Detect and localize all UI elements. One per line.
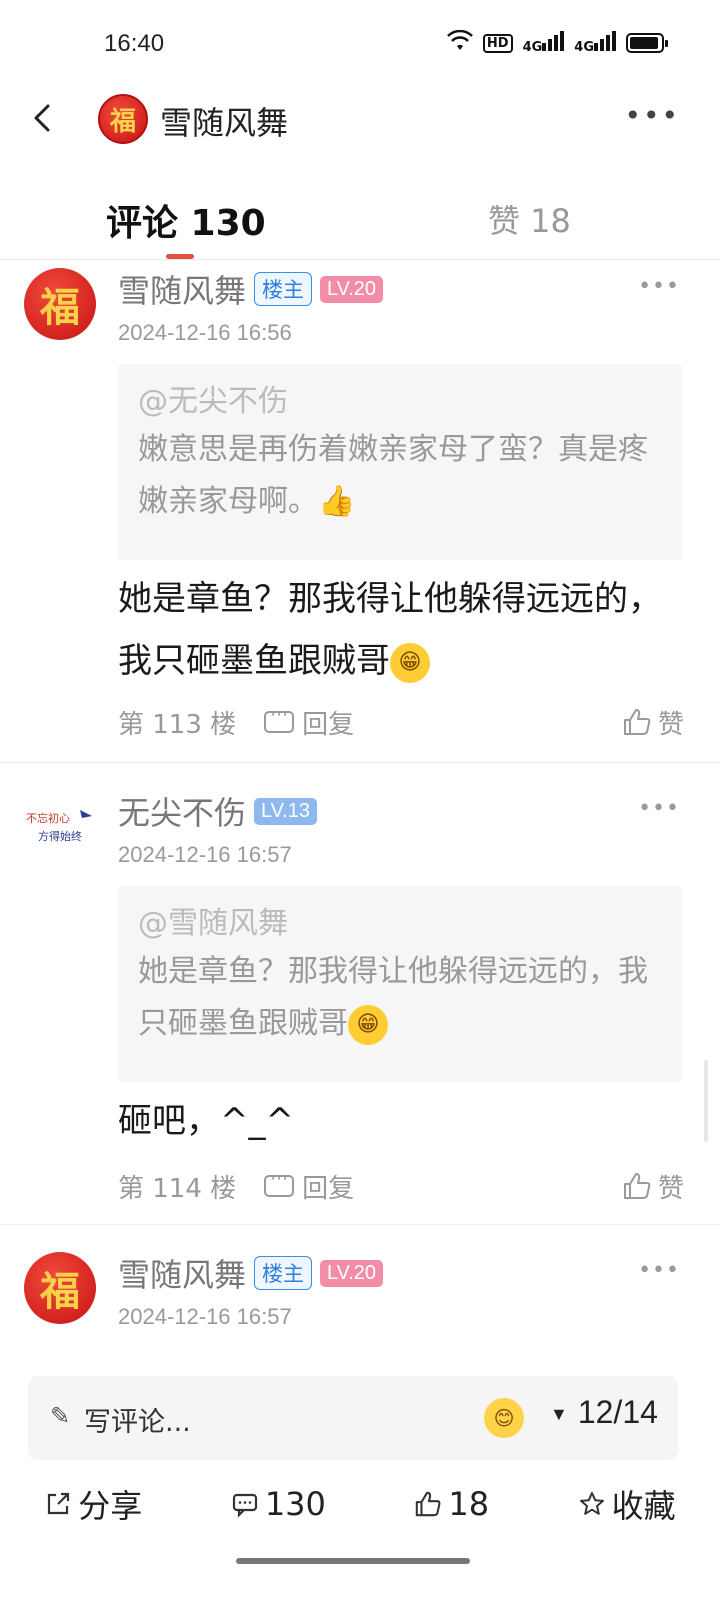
tab-comments[interactable]: 评论 130 <box>106 194 266 246</box>
emoji-picker-icon[interactable]: 😊 <box>484 1398 524 1438</box>
wifi-icon <box>447 29 473 56</box>
scrollbar[interactable] <box>704 1060 708 1142</box>
page-title: 雪随风舞 <box>160 104 289 142</box>
bottom-action-bar: 分享 130 18 收藏 <box>0 1476 720 1532</box>
floor-number: 第 114 楼 <box>118 1173 237 1204</box>
user-avatar[interactable]: 福 <box>24 1252 96 1324</box>
svg-text:方得始终: 方得始终 <box>38 829 82 843</box>
owner-badge: 楼主 <box>254 1256 313 1290</box>
favorite-button[interactable]: 收藏 <box>578 1481 676 1527</box>
quoted-comment[interactable]: @无尖不伤 嫩意思是再伤着嫩亲家母了蛮？真是疼嫩亲家母啊。👍 <box>118 364 682 560</box>
home-indicator[interactable] <box>236 1558 470 1564</box>
comment-item: 不忘初心方得始终 无尖不伤 LV.13 ••• 2024-12-16 16:57… <box>0 784 720 1224</box>
reply-button[interactable]: 回复 <box>264 1168 354 1205</box>
quoted-text: 嫩意思是再伤着嫩亲家母了蛮？真是疼嫩亲家母啊。👍 <box>138 432 648 519</box>
dropdown-triangle-icon: ▼ <box>550 1404 568 1425</box>
page-selector[interactable]: ▼ 12/14 <box>550 1394 658 1431</box>
star-icon <box>579 1492 604 1515</box>
thumbs-up-icon <box>416 1491 441 1517</box>
comment-more-icon[interactable]: ••• <box>638 274 680 299</box>
top-navigation: 福 雪随风舞 ••• <box>0 88 720 150</box>
name-row: 雪随风舞 楼主 LV.20 <box>118 266 383 312</box>
pencil-icon: ✎ <box>50 1402 71 1430</box>
signal-4g-icon: 4G <box>523 31 565 55</box>
comment-text: 砸吧，^_^ <box>118 1101 294 1141</box>
comment-more-icon[interactable]: ••• <box>638 1258 680 1283</box>
user-avatar[interactable]: 不忘初心方得始终 <box>24 790 96 862</box>
battery-icon <box>626 33 668 53</box>
comment-more-icon[interactable]: ••• <box>638 796 680 821</box>
quoted-user: @无尖不伤 <box>138 384 288 419</box>
floor-number: 第 113 楼 <box>118 709 237 740</box>
share-button[interactable]: 分享 <box>44 1481 142 1527</box>
comment-icon <box>232 1493 257 1518</box>
comment-item: 福 雪随风舞 楼主 LV.20 ••• 2024-12-16 16:56 @无尖… <box>0 262 720 762</box>
level-badge: LV.20 <box>320 1259 383 1287</box>
like-button[interactable]: 赞 <box>622 1168 684 1205</box>
comment-time: 2024-12-16 16:57 <box>118 1304 292 1329</box>
signal-4g-icon-2: 4G <box>574 31 616 55</box>
comment-item: 福 雪随风舞 楼主 LV.20 ••• 2024-12-16 16:57 <box>0 1246 720 1356</box>
like-count-button[interactable]: 18 <box>414 1485 489 1523</box>
quoted-text: 她是章鱼？那我得让他躲得远远的，我只砸墨鱼跟贼哥 😁 <box>138 946 662 1050</box>
level-badge: LV.13 <box>254 797 317 825</box>
quoted-user: @雪随风舞 <box>138 906 288 941</box>
quoted-comment[interactable]: @雪随风舞 她是章鱼？那我得让他躲得远远的，我只砸墨鱼跟贼哥 😁 <box>118 886 682 1082</box>
user-avatar[interactable]: 福 <box>24 268 96 340</box>
divider <box>0 762 720 763</box>
tab-active-indicator <box>166 254 194 259</box>
thumbs-up-icon <box>623 1173 651 1199</box>
header-avatar[interactable]: 福 <box>98 94 148 144</box>
name-row: 雪随风舞 楼主 LV.20 <box>118 1250 383 1296</box>
reply-button[interactable]: 回复 <box>264 704 354 741</box>
comments-button[interactable]: 130 <box>231 1485 326 1523</box>
user-name[interactable]: 无尖不伤 <box>118 788 246 834</box>
reply-icon <box>264 704 295 733</box>
tab-bar: 评论 130 赞 18 <box>0 180 720 260</box>
grin-emoji-icon: 😁 <box>348 1004 388 1045</box>
level-badge: LV.20 <box>320 275 383 303</box>
divider <box>0 1224 720 1225</box>
grin-emoji-icon: 😁 <box>390 642 430 683</box>
name-row: 无尖不伤 LV.13 <box>118 788 317 834</box>
status-time: 16:40 <box>104 30 165 57</box>
comment-input[interactable]: 写评论... <box>84 1400 191 1439</box>
thumbs-up-icon <box>623 709 651 735</box>
user-name[interactable]: 雪随风舞 <box>118 1250 246 1296</box>
user-name[interactable]: 雪随风舞 <box>118 266 246 312</box>
comment-footer: 第 114 楼 回复 赞 <box>118 1166 684 1206</box>
back-arrow-icon[interactable] <box>24 98 64 138</box>
status-bar: 16:40 HD 4G 4G <box>0 0 720 88</box>
comment-text: 她是章鱼？那我得让他躲得远远的，我只砸墨鱼跟贼哥 😁 <box>118 579 662 683</box>
hd-icon: HD <box>482 33 513 53</box>
comment-input-bar[interactable]: ✎ 写评论... 😊 ▼ 12/14 <box>28 1376 678 1460</box>
svg-text:不忘初心: 不忘初心 <box>26 811 70 825</box>
comment-time: 2024-12-16 16:56 <box>118 320 292 345</box>
comment-time: 2024-12-16 16:57 <box>118 842 292 867</box>
reply-icon <box>264 1168 295 1197</box>
share-icon <box>48 1492 70 1515</box>
comment-footer: 第 113 楼 回复 赞 <box>118 702 684 742</box>
more-options-icon[interactable]: ••• <box>624 102 680 130</box>
status-icons: HD 4G 4G <box>447 29 668 56</box>
tab-likes[interactable]: 赞 18 <box>488 196 571 242</box>
like-button[interactable]: 赞 <box>622 704 684 741</box>
owner-badge: 楼主 <box>254 272 313 306</box>
